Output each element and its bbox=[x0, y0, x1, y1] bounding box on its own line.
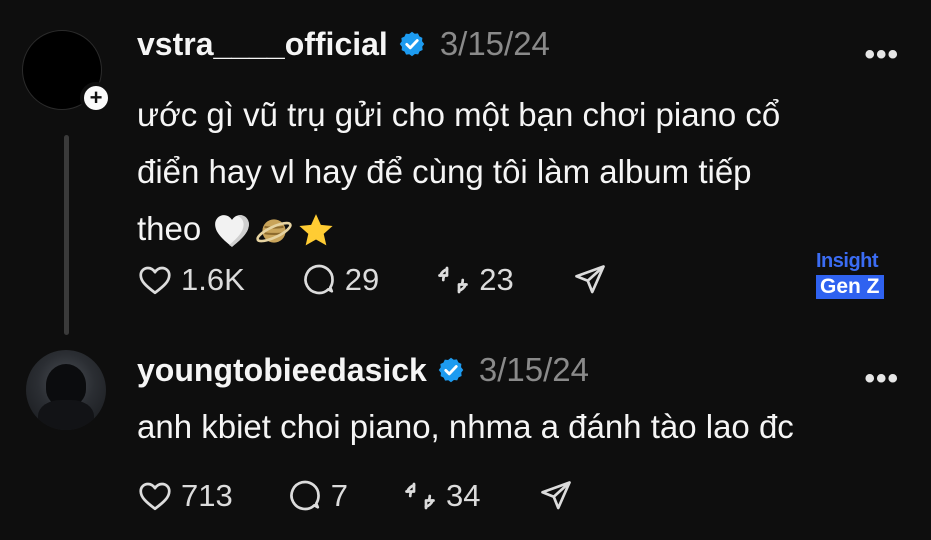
post-actions: 1.6K 29 23 bbox=[137, 262, 616, 298]
thread-line bbox=[64, 135, 69, 335]
avatar-figure-body bbox=[38, 400, 94, 430]
threads-screenshot: + vstra____official 3/15/24 ước gì vũ tr… bbox=[0, 0, 931, 540]
repost-count: 23 bbox=[479, 262, 514, 297]
star-icon bbox=[299, 214, 333, 246]
reply-count: 7 bbox=[330, 478, 348, 513]
send-icon bbox=[574, 265, 605, 294]
like-count: 713 bbox=[181, 478, 233, 513]
more-options-icon[interactable]: ••• bbox=[864, 38, 899, 72]
like-count: 1.6K bbox=[181, 262, 245, 297]
heart-icon bbox=[139, 266, 171, 295]
repost-icon bbox=[438, 266, 469, 294]
watermark-bottom: Gen Z bbox=[816, 275, 884, 299]
repost-button[interactable]: 23 bbox=[435, 262, 514, 298]
post-text: ước gì vũ trụ gửi cho một bạn chơi piano… bbox=[137, 86, 897, 257]
post: vstra____official 3/15/24 ước gì vũ trụ … bbox=[137, 22, 897, 257]
username[interactable]: youngtobieedasick bbox=[137, 352, 427, 389]
post-header: youngtobieedasick 3/15/24 bbox=[137, 348, 907, 392]
comment-icon bbox=[303, 264, 334, 295]
verified-badge-icon bbox=[399, 31, 425, 57]
reply-button[interactable]: 29 bbox=[301, 262, 379, 298]
repost-icon bbox=[405, 482, 435, 510]
post-date: 3/15/24 bbox=[478, 351, 589, 388]
repost-count: 34 bbox=[445, 478, 481, 513]
send-icon bbox=[541, 481, 572, 510]
post-header: vstra____official 3/15/24 bbox=[137, 22, 897, 66]
reply-button[interactable]: 7 bbox=[287, 478, 348, 514]
comment-icon bbox=[289, 480, 320, 511]
repost-button[interactable]: 34 bbox=[402, 478, 480, 514]
like-button[interactable]: 1.6K bbox=[137, 262, 245, 298]
verified-badge-icon bbox=[438, 357, 464, 383]
like-button[interactable]: 713 bbox=[137, 478, 233, 514]
white-heart-icon bbox=[215, 215, 250, 248]
watermark-top: Insight bbox=[816, 250, 879, 272]
more-options-icon[interactable]: ••• bbox=[864, 362, 899, 396]
follow-plus-icon[interactable]: + bbox=[80, 82, 112, 114]
reply-count: 29 bbox=[344, 262, 380, 297]
post: youngtobieedasick 3/15/24 anh kbiet choi… bbox=[137, 348, 907, 455]
post-text: anh kbiet choi piano, nhma a đánh tào la… bbox=[137, 408, 794, 445]
heart-icon bbox=[139, 482, 171, 511]
watermark-logo: Insight Gen Z bbox=[816, 250, 902, 299]
share-button[interactable] bbox=[538, 478, 582, 514]
post-actions: 713 7 34 bbox=[137, 478, 582, 514]
post-date: 3/15/24 bbox=[439, 25, 550, 62]
avatar[interactable] bbox=[26, 350, 106, 430]
share-button[interactable] bbox=[572, 262, 616, 298]
ringed-planet-icon bbox=[256, 219, 292, 243]
username[interactable]: vstra____official bbox=[137, 26, 388, 63]
